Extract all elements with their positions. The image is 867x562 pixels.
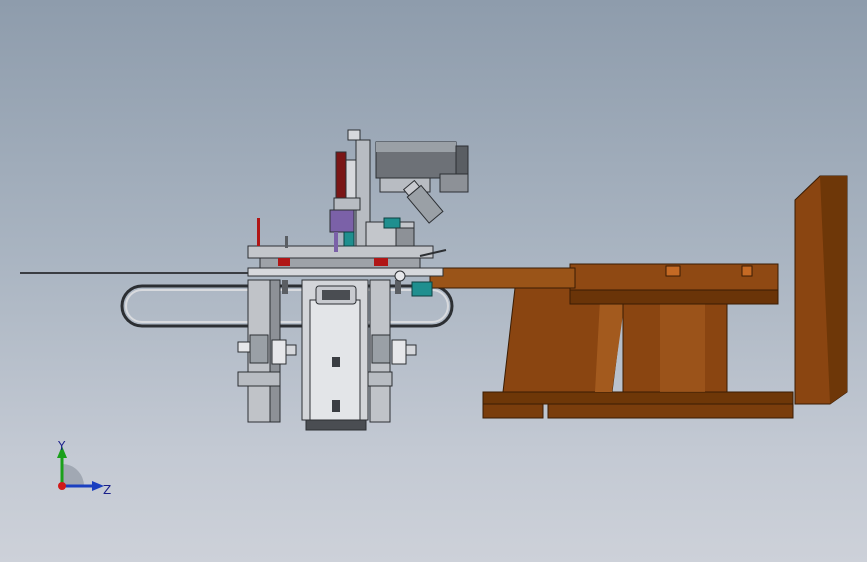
x-axis-origin-icon: [58, 482, 66, 490]
wood-bracket-assembly: [429, 175, 848, 419]
triad-z-label: Z: [103, 483, 111, 497]
triad-y-label: Y: [57, 439, 66, 453]
upper-head-assembly: [329, 129, 469, 257]
machine-frame: [237, 218, 444, 431]
coordinate-triad: Y Z: [57, 439, 111, 497]
cad-graphics-viewport[interactable]: Y Z: [0, 0, 867, 562]
teal-block-right: [411, 281, 433, 297]
assembly-model[interactable]: [0, 0, 867, 562]
triad-plane-icon: [62, 464, 84, 486]
